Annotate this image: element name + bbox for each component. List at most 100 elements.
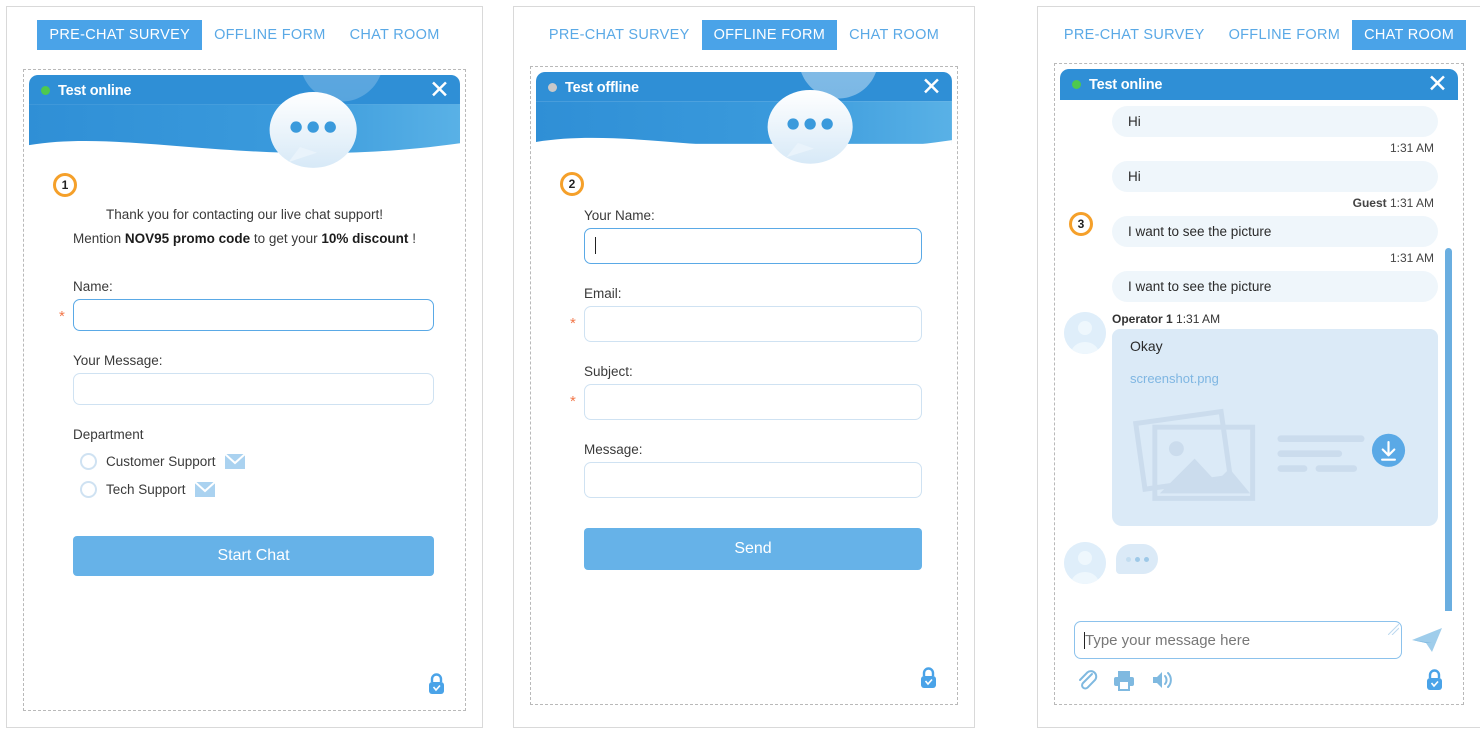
tabbar-1: PRE-CHAT SURVEY OFFLINE FORM CHAT ROOM bbox=[7, 20, 482, 50]
status-dot-offline-icon bbox=[548, 83, 557, 92]
message-label: Your Message: bbox=[73, 353, 163, 368]
field-message: Message: bbox=[584, 442, 922, 498]
close-icon[interactable]: ✕ bbox=[1427, 71, 1448, 97]
widget-header-3: Test online ✕ bbox=[1060, 69, 1458, 100]
widget-inner-2: Test offline ✕ 2 Your Name: Email: * Sub… bbox=[535, 71, 953, 700]
send-icon[interactable] bbox=[1410, 626, 1444, 654]
discount-value: 10% discount bbox=[321, 231, 409, 246]
close-icon[interactable]: ✕ bbox=[921, 74, 942, 100]
operator-name: Operator 1 bbox=[1112, 312, 1173, 326]
file-name[interactable]: screenshot.png bbox=[1130, 371, 1420, 386]
operator-message-block: Operator 1 1:31 AM Okay screenshot.png bbox=[1064, 310, 1438, 526]
chat-input-placeholder: Type your message here bbox=[1085, 631, 1251, 649]
radio-label-customer-support: Customer Support bbox=[106, 453, 216, 469]
chat-widget-offline: Test offline ✕ 2 Your Name: Email: * Sub… bbox=[530, 66, 958, 705]
close-icon[interactable]: ✕ bbox=[429, 77, 450, 103]
chat-scrollbar-thumb[interactable] bbox=[1445, 248, 1452, 611]
name-label: Name: bbox=[73, 279, 113, 294]
image-placeholder-icon bbox=[1132, 408, 1406, 501]
step-badge-2: 2 bbox=[560, 172, 584, 196]
department-group: Department Customer Support Tech Support bbox=[55, 427, 434, 502]
greeting-line-2: Mention NOV95 promo code to get your 10%… bbox=[55, 227, 434, 251]
file-attachment-card[interactable]: screenshot.png bbox=[1112, 363, 1438, 526]
send-button[interactable]: Send bbox=[584, 528, 922, 570]
chat-scroll-area[interactable]: Hi 1:31 AM Hi Guest 1:31 AM I want to se… bbox=[1060, 100, 1458, 611]
email-label: Email: bbox=[584, 286, 622, 301]
widget-title-3: Test online bbox=[1089, 76, 1163, 93]
email-required-asterisk: * bbox=[570, 315, 576, 332]
subject-label: Subject: bbox=[584, 364, 633, 379]
greeting-pre: Mention bbox=[73, 231, 125, 246]
secure-lock-icon[interactable] bbox=[427, 673, 446, 695]
chat-input-row: Type your message here bbox=[1074, 621, 1444, 659]
tab-chat-room[interactable]: CHAT ROOM bbox=[338, 20, 452, 50]
operator-meta: Operator 1 1:31 AM bbox=[1112, 310, 1438, 329]
radio-customer-support[interactable]: Customer Support bbox=[80, 448, 434, 474]
resize-handle-icon[interactable] bbox=[1388, 624, 1399, 635]
field-name: Name: * bbox=[55, 279, 434, 331]
chat-footer: Type your message here bbox=[1060, 611, 1458, 699]
panel-chat-room: PRE-CHAT SURVEY OFFLINE FORM CHAT ROOM T… bbox=[1037, 6, 1480, 728]
email-input[interactable] bbox=[584, 306, 922, 342]
tab-pre-chat-survey[interactable]: PRE-CHAT SURVEY bbox=[1052, 20, 1217, 50]
widget-header-2: Test offline ✕ bbox=[536, 72, 952, 178]
avatar-person-icon bbox=[1064, 312, 1106, 354]
message-label: Message: bbox=[584, 442, 643, 457]
name-required-asterisk: * bbox=[59, 308, 65, 325]
typing-indicator-block bbox=[1064, 536, 1438, 590]
radio-tech-support[interactable]: Tech Support bbox=[80, 476, 434, 502]
tab-offline-form[interactable]: OFFLINE FORM bbox=[1217, 20, 1353, 50]
tabbar-2: PRE-CHAT SURVEY OFFLINE FORM CHAT ROOM bbox=[514, 20, 974, 50]
greeting-mid: to get your bbox=[250, 231, 322, 246]
operator-time: 1:31 AM bbox=[1176, 312, 1221, 326]
panel-offline-form: PRE-CHAT SURVEY OFFLINE FORM CHAT ROOM T… bbox=[513, 6, 975, 728]
tab-chat-room[interactable]: CHAT ROOM bbox=[1352, 20, 1467, 50]
start-chat-button[interactable]: Start Chat bbox=[73, 536, 434, 576]
typing-dot-icon bbox=[1125, 556, 1131, 562]
avatar-person-icon bbox=[1064, 542, 1106, 584]
promo-code: NOV95 promo code bbox=[124, 231, 251, 246]
chat-bubble: Hi bbox=[1112, 161, 1438, 192]
chat-toolbar bbox=[1074, 669, 1444, 691]
chat-meta: 1:31 AM bbox=[1112, 139, 1438, 161]
widget-header-1: Test online ✕ bbox=[29, 75, 460, 181]
envelope-icon bbox=[224, 453, 245, 469]
widget-title-1: Test online bbox=[58, 82, 132, 99]
tab-offline-form[interactable]: OFFLINE FORM bbox=[202, 20, 338, 50]
chat-time: 1:31 AM bbox=[1389, 141, 1434, 155]
tab-offline-form[interactable]: OFFLINE FORM bbox=[701, 20, 838, 50]
start-chat-wrap: Start Chat bbox=[55, 536, 434, 576]
text-caret bbox=[1084, 632, 1085, 649]
widget-inner-1: Test online ✕ 1 Thank you for contacting… bbox=[28, 74, 461, 706]
radio-circle-icon[interactable] bbox=[80, 452, 97, 470]
message-list: Hi 1:31 AM Hi Guest 1:31 AM I want to se… bbox=[1060, 100, 1458, 590]
your-name-input[interactable] bbox=[584, 228, 922, 264]
chat-message-input[interactable]: Type your message here bbox=[1074, 621, 1402, 659]
message-input-wrap bbox=[73, 373, 434, 405]
widget-inner-3: Test online ✕ 3 Hi 1:31 AM Hi Guest 1:31… bbox=[1059, 68, 1459, 700]
radio-circle-icon[interactable] bbox=[80, 480, 97, 498]
message-input[interactable] bbox=[584, 462, 922, 498]
name-input[interactable] bbox=[73, 299, 434, 331]
tabbar-3: PRE-CHAT SURVEY OFFLINE FORM CHAT ROOM bbox=[1038, 20, 1480, 50]
widget-titlerow-2: Test offline bbox=[536, 72, 952, 103]
chat-meta: Guest 1:31 AM bbox=[1112, 194, 1438, 216]
secure-lock-icon[interactable] bbox=[919, 667, 938, 689]
secure-lock-icon[interactable] bbox=[1425, 669, 1444, 691]
print-icon[interactable] bbox=[1112, 669, 1136, 691]
attach-icon[interactable] bbox=[1076, 669, 1098, 691]
email-input-wrap: * bbox=[570, 306, 922, 342]
chat-time: 1:31 AM bbox=[1389, 251, 1434, 265]
your-name-label: Your Name: bbox=[584, 208, 655, 223]
sound-icon[interactable] bbox=[1150, 669, 1174, 691]
tab-pre-chat-survey[interactable]: PRE-CHAT SURVEY bbox=[37, 20, 203, 50]
envelope-icon bbox=[194, 481, 215, 497]
chat-widget-survey: Test online ✕ 1 Thank you for contacting… bbox=[23, 69, 466, 711]
message-input[interactable] bbox=[73, 373, 434, 405]
tab-pre-chat-survey[interactable]: PRE-CHAT SURVEY bbox=[537, 20, 702, 50]
tab-chat-room[interactable]: CHAT ROOM bbox=[837, 20, 951, 50]
message-input-wrap bbox=[584, 462, 922, 498]
subject-required-asterisk: * bbox=[570, 393, 576, 410]
operator-bubble: Okay bbox=[1112, 329, 1438, 363]
subject-input[interactable] bbox=[584, 384, 922, 420]
